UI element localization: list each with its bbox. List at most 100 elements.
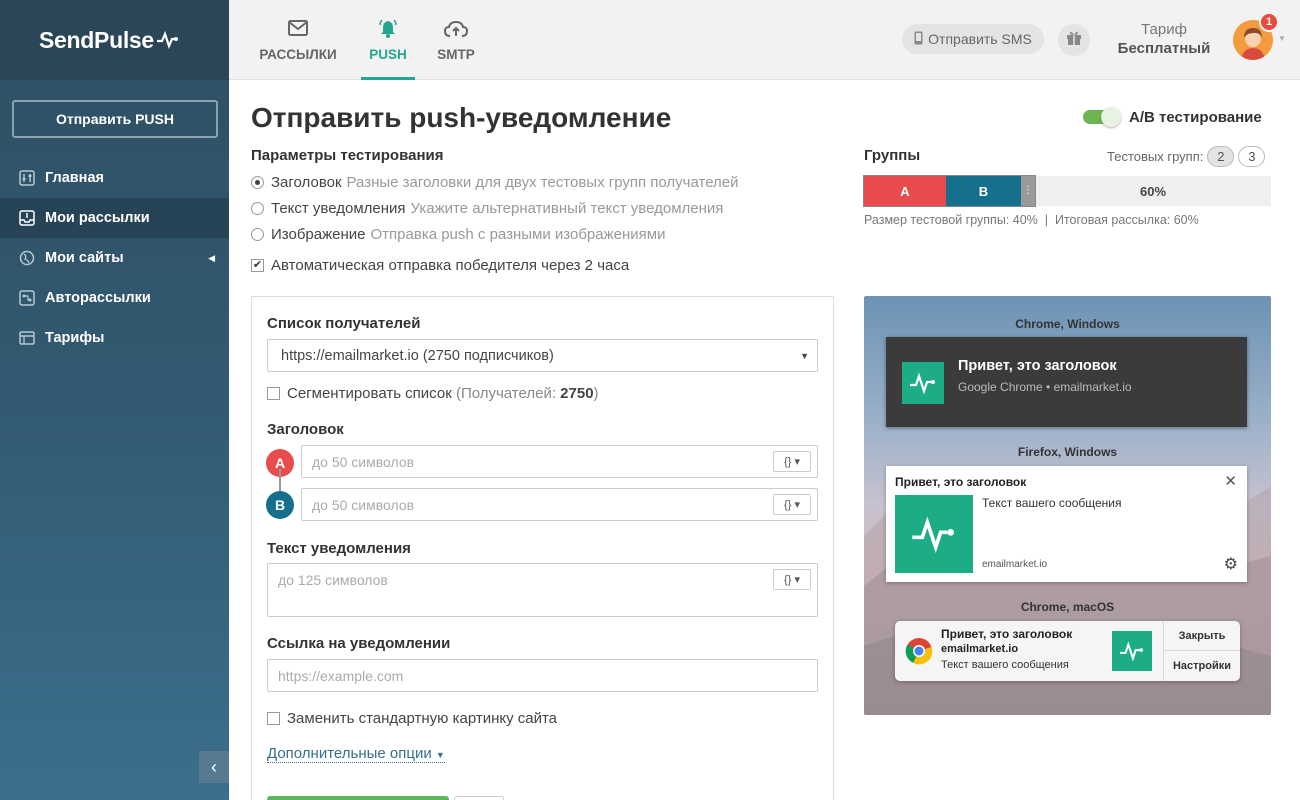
main-content: Отправить push-уведомление A/B тестирова… [229, 80, 1300, 800]
caret-down-icon: ▼ [435, 750, 445, 760]
group-count-2-button[interactable]: 2 [1207, 146, 1235, 167]
variables-icon: {} [784, 573, 792, 586]
firefox-windows-label: Firefox, Windows [1017, 445, 1118, 459]
sidebar-item-label: Тарифы [45, 330, 105, 346]
sms-button-label: Отправить SMS [928, 31, 1032, 47]
logo[interactable]: SendPulse [0, 0, 229, 80]
segment-count-value: 2750 [560, 385, 594, 402]
variables-icon: {} [784, 498, 792, 511]
radio-button[interactable] [251, 228, 264, 241]
mac-settings-button[interactable]: Настройки [1164, 651, 1240, 681]
page-title: Отправить push-уведомление [251, 102, 672, 133]
inbox-icon [18, 209, 36, 227]
notification-link-label: Ссылка на уведомлении [267, 635, 451, 652]
variables-dropdown-button[interactable]: {} ▾ [773, 494, 811, 515]
tariff-info[interactable]: Тариф Бесплатный [1109, 20, 1219, 58]
segment-checkbox[interactable] [267, 387, 280, 400]
topbar: РАССЫЛКИ PUSH SMTP Отправить SMS Тариф Б… [229, 0, 1300, 80]
phone-icon [914, 31, 923, 48]
secondary-button[interactable] [454, 796, 504, 800]
group-b-segment: B [946, 176, 1021, 206]
submit-button[interactable] [267, 796, 449, 800]
variables-dropdown-button[interactable]: {} ▾ [773, 451, 811, 472]
tab-smtp[interactable]: SMTP [435, 0, 477, 80]
notification-link-input[interactable]: https://example.com [267, 659, 818, 692]
chrome-icon [905, 638, 933, 665]
split-drag-handle[interactable]: ⋮ [1021, 176, 1035, 206]
chevron-left-icon: ◀ [208, 252, 215, 263]
chevron-down-icon[interactable]: ▼ [1278, 34, 1286, 43]
mac-close-button[interactable]: Закрыть [1164, 621, 1240, 651]
segment-count-close-paren: ) [593, 385, 599, 402]
chrome-win-title: Привет, это заголовок [958, 358, 1117, 374]
test-groups-label: Тестовых групп: [1107, 149, 1204, 164]
more-options-label: Дополнительные опции [267, 745, 432, 762]
variables-dropdown-button[interactable]: {} ▾ [773, 569, 811, 590]
notification-link-placeholder: https://example.com [278, 667, 404, 684]
sidebar-item-home[interactable]: Главная [0, 158, 229, 198]
recipients-label: Список получателей [267, 315, 421, 332]
radio-option-title[interactable]: Заголовок Разные заголовки для двух тест… [251, 174, 739, 191]
ab-testing-label: A/B тестирование [1129, 109, 1262, 126]
recipients-value: https://emailmarket.io (2750 подписчиков… [281, 347, 554, 364]
send-sms-button[interactable]: Отправить SMS [902, 24, 1044, 54]
send-push-button[interactable]: Отправить PUSH [12, 100, 218, 138]
group-count-3-button[interactable]: 3 [1238, 146, 1266, 167]
tariff-label: Тариф [1141, 21, 1187, 38]
sidebar-item-label: Мои сайты [45, 250, 124, 266]
radio-button[interactable] [251, 176, 264, 189]
radio-label: Заголовок [271, 174, 342, 191]
dropdown-arrow-icon: ▼ [800, 350, 809, 361]
auto-send-checkbox[interactable] [251, 259, 264, 272]
ab-testing-toggle[interactable] [1083, 107, 1121, 127]
gear-icon[interactable]: ⚙ [1224, 554, 1238, 574]
radio-option-text[interactable]: Текст уведомления Укажите альтернативный… [251, 200, 723, 217]
more-options-link[interactable]: Дополнительные опции ▼ [267, 745, 445, 763]
groups-title: Группы [864, 147, 921, 164]
chrome-windows-label: Chrome, Windows [1015, 317, 1120, 331]
segment-count-label: Получателей: [460, 385, 556, 402]
tariff-icon [18, 329, 36, 347]
title-b-input[interactable]: до 50 символов {} ▾ [301, 488, 818, 521]
test-groups-selector: Тестовых групп: 2 3 [1107, 146, 1266, 167]
pulse-logo-icon [156, 31, 178, 49]
mac-action-buttons: Закрыть Настройки [1163, 621, 1240, 681]
sidebar-item-automation[interactable]: Авторассылки [0, 278, 229, 318]
replace-image-checkbox-row[interactable]: Заменить стандартную картинку сайта [267, 710, 557, 727]
auto-send-label: Автоматическая отправка победителя через… [271, 257, 630, 274]
tab-campaigns[interactable]: РАССЫЛКИ [259, 0, 337, 80]
firefox-windows-notification: Привет, это заголовок ✕ Текст вашего соо… [886, 466, 1247, 582]
title-label: Заголовок [267, 421, 344, 438]
replace-image-checkbox[interactable] [267, 712, 280, 725]
site-logo-icon [1112, 631, 1152, 671]
segment-checkbox-row[interactable]: Сегментировать список (Получателей: 2750… [267, 385, 599, 402]
sidebar-collapse-button[interactable]: ‹ [199, 751, 229, 783]
title-a-input[interactable]: до 50 символов {} ▾ [301, 445, 818, 478]
sidebar-item-tariffs[interactable]: Тарифы [0, 318, 229, 358]
split-info-separator: | [1044, 213, 1048, 227]
sidebar-item-my-campaigns[interactable]: Мои рассылки [0, 198, 229, 238]
globe-icon [18, 249, 36, 267]
notification-preview: Chrome, Windows Привет, это заголовок Go… [864, 296, 1271, 715]
automation-icon [18, 289, 36, 307]
auto-send-checkbox-row[interactable]: Автоматическая отправка победителя через… [251, 257, 629, 274]
notification-text-placeholder: до 125 символов [278, 572, 388, 588]
radio-button[interactable] [251, 202, 264, 215]
bell-icon [378, 18, 398, 41]
brand-name: SendPulse [39, 26, 154, 53]
close-icon[interactable]: ✕ [1224, 472, 1237, 490]
sidebar-item-my-sites[interactable]: Мои сайты ◀ [0, 238, 229, 278]
tab-push[interactable]: PUSH [361, 0, 415, 80]
recipients-select[interactable]: https://emailmarket.io (2750 подписчиков… [267, 339, 818, 372]
mac-site: emailmarket.io [941, 643, 1019, 655]
radio-hint: Разные заголовки для двух тестовых групп… [346, 174, 739, 191]
radio-option-image[interactable]: Изображение Отправка push с разными изоб… [251, 226, 665, 243]
mac-text: Текст вашего сообщения [941, 659, 1069, 671]
notification-text-input[interactable]: до 125 символов {} ▾ [267, 563, 818, 617]
mac-title: Привет, это заголовок [941, 627, 1073, 641]
notification-badge: 1 [1259, 12, 1279, 32]
radio-hint: Укажите альтернативный текст уведомления [410, 200, 724, 217]
notification-text-label: Текст уведомления [267, 540, 411, 557]
gift-button[interactable] [1058, 24, 1090, 56]
firefox-site: emailmarket.io [982, 559, 1048, 570]
